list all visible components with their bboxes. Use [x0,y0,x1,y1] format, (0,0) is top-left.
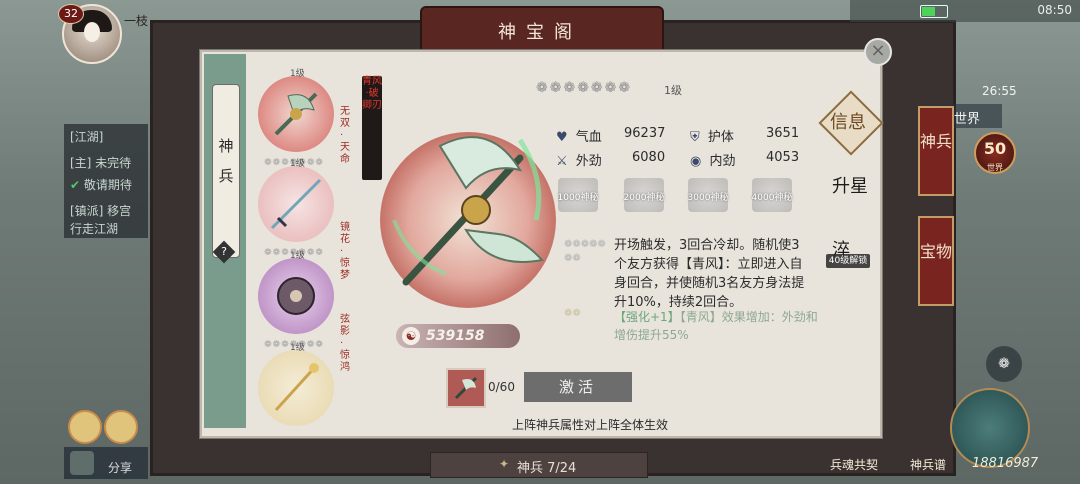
sword-icon [270,178,322,230]
refine-lock-badge: 40级解锁 [826,254,870,268]
clock: 08:50 [1037,3,1072,17]
side-tab-treasure[interactable]: 宝物 [918,216,954,306]
staff-icon [274,363,319,412]
axe-icon [274,92,318,136]
weapon-collection-label[interactable]: 神兵谱 [910,456,946,473]
armor-icon: ⛨ [690,130,700,145]
chat-line: ✔ 敬请期待 [70,178,132,192]
avatar-face [84,22,100,42]
axe-icon [454,376,478,400]
share-icon [70,451,94,475]
shield-icon [277,277,315,315]
status-bar: 08:50 [850,0,1080,22]
close-icon: × [870,40,886,61]
player-level-badge: 32 [58,4,84,24]
weapon-count-bar: ✦ 神兵 7/24 [430,452,648,478]
tab-upgrade-star[interactable]: 升星 [832,172,868,198]
share-button[interactable]: 分享 [64,447,148,479]
combat-power-value: 539158 [426,328,485,344]
settings-flower-icon[interactable]: ❁ [986,346,1022,382]
locked-bonus-1[interactable]: 1000神秘 [558,178,598,212]
close-button[interactable]: × [864,38,892,66]
function-icon[interactable] [68,410,102,444]
activate-button[interactable]: 激活 [524,372,632,402]
weapon-list: 1级 ❁❁❁❁❁❁❁ 无双·天命 1级 ❁❁❁❁❁❁❁ 1级 ❁❁❁❁❁❁❁ 镜… [252,62,350,426]
stat-armor: ⛨ 护体 3651 [690,126,800,145]
check-icon: ✔ [70,178,84,192]
combat-power-icon: ☯ [402,327,420,345]
player-name: 一枝 [124,14,149,28]
power-bar: ☯ 539158 [396,324,520,348]
weapon-slot-3[interactable]: 1级 ❁❁❁❁❁❁❁ 镜花·惊梦 [258,222,350,350]
weapon-emblem-icon: ✦ [499,457,510,471]
chat-line: [主] 未完待 [70,156,132,170]
chat-line: [镇派] 移宫 [70,204,132,218]
enhance-star-row: ❁❁ [564,308,581,319]
stat-inner-force: ◉ 内劲 4053 [690,150,800,169]
star-row: ❁❁❁❁❁❁❁ [536,80,633,96]
spiral-icon: ◉ [690,154,702,169]
enhance-description: 【强化+1】【青风】效果增加：外劲和增伤提升55% [614,310,818,342]
star-level: 1级 [664,84,682,97]
chat-line: 行走江湖 [70,222,119,236]
heart-icon: ♥ [556,130,568,145]
weapon-slot-4[interactable]: 1级 弦影·惊鸿 [258,314,350,426]
function-icon[interactable] [104,410,138,444]
stat-hp: ♥ 气血 96237 [556,126,666,145]
tab-weapon[interactable]: 神兵 [212,84,240,258]
locked-bonus-3[interactable]: 3000神秘 [688,178,728,212]
skill-star-row: ❁❁❁❁❁ ❁❁ [564,239,606,264]
chat-line: [江湖] [70,130,104,144]
stat-outer-force: ⚔ 外劲 6080 [556,150,666,169]
tab-info[interactable]: 信息 [830,108,866,134]
material-count: 0/60 [488,380,515,394]
locked-bonus-4[interactable]: 4000神秘 [752,178,792,212]
side-tab-weapon[interactable]: 神兵 [918,106,954,196]
weapon-artwork [392,136,544,286]
weapon-slot-qingfeng[interactable]: 1级 ❁❁❁❁❁❁❁ 无双·天命 [258,69,350,168]
help-button[interactable]: ? [212,240,236,264]
swords-icon: ⚔ [556,154,568,169]
weapon-slot-2[interactable]: 1级 ❁❁❁❁❁❁❁ [258,159,334,258]
collection-score: 18816987 [972,456,1039,471]
battery-icon [920,5,948,18]
soul-pact-label[interactable]: 兵魂共契 [830,456,878,473]
weapon-name-tag: 青风·破卿刃 [362,76,382,180]
footer-note: 上阵神兵属性对上阵全体生效 [511,418,668,432]
skill-description: 开场触发，3回合冷却。随机使3个友方获得【青风】：立即进入自身回合，并使随机3名… [614,238,805,310]
material-slot[interactable] [446,368,486,408]
page-title: 神宝阁 [498,22,582,43]
world-counter[interactable]: 50 世界 [974,132,1016,174]
locked-bonus-2[interactable]: 2000神秘 [624,178,664,212]
chat-panel[interactable]: [江湖] [主] 未完待 ✔ 敬请期待 [镇派] 移宫 行走江湖 [64,124,148,238]
secondary-time: 26:55 [982,84,1017,98]
